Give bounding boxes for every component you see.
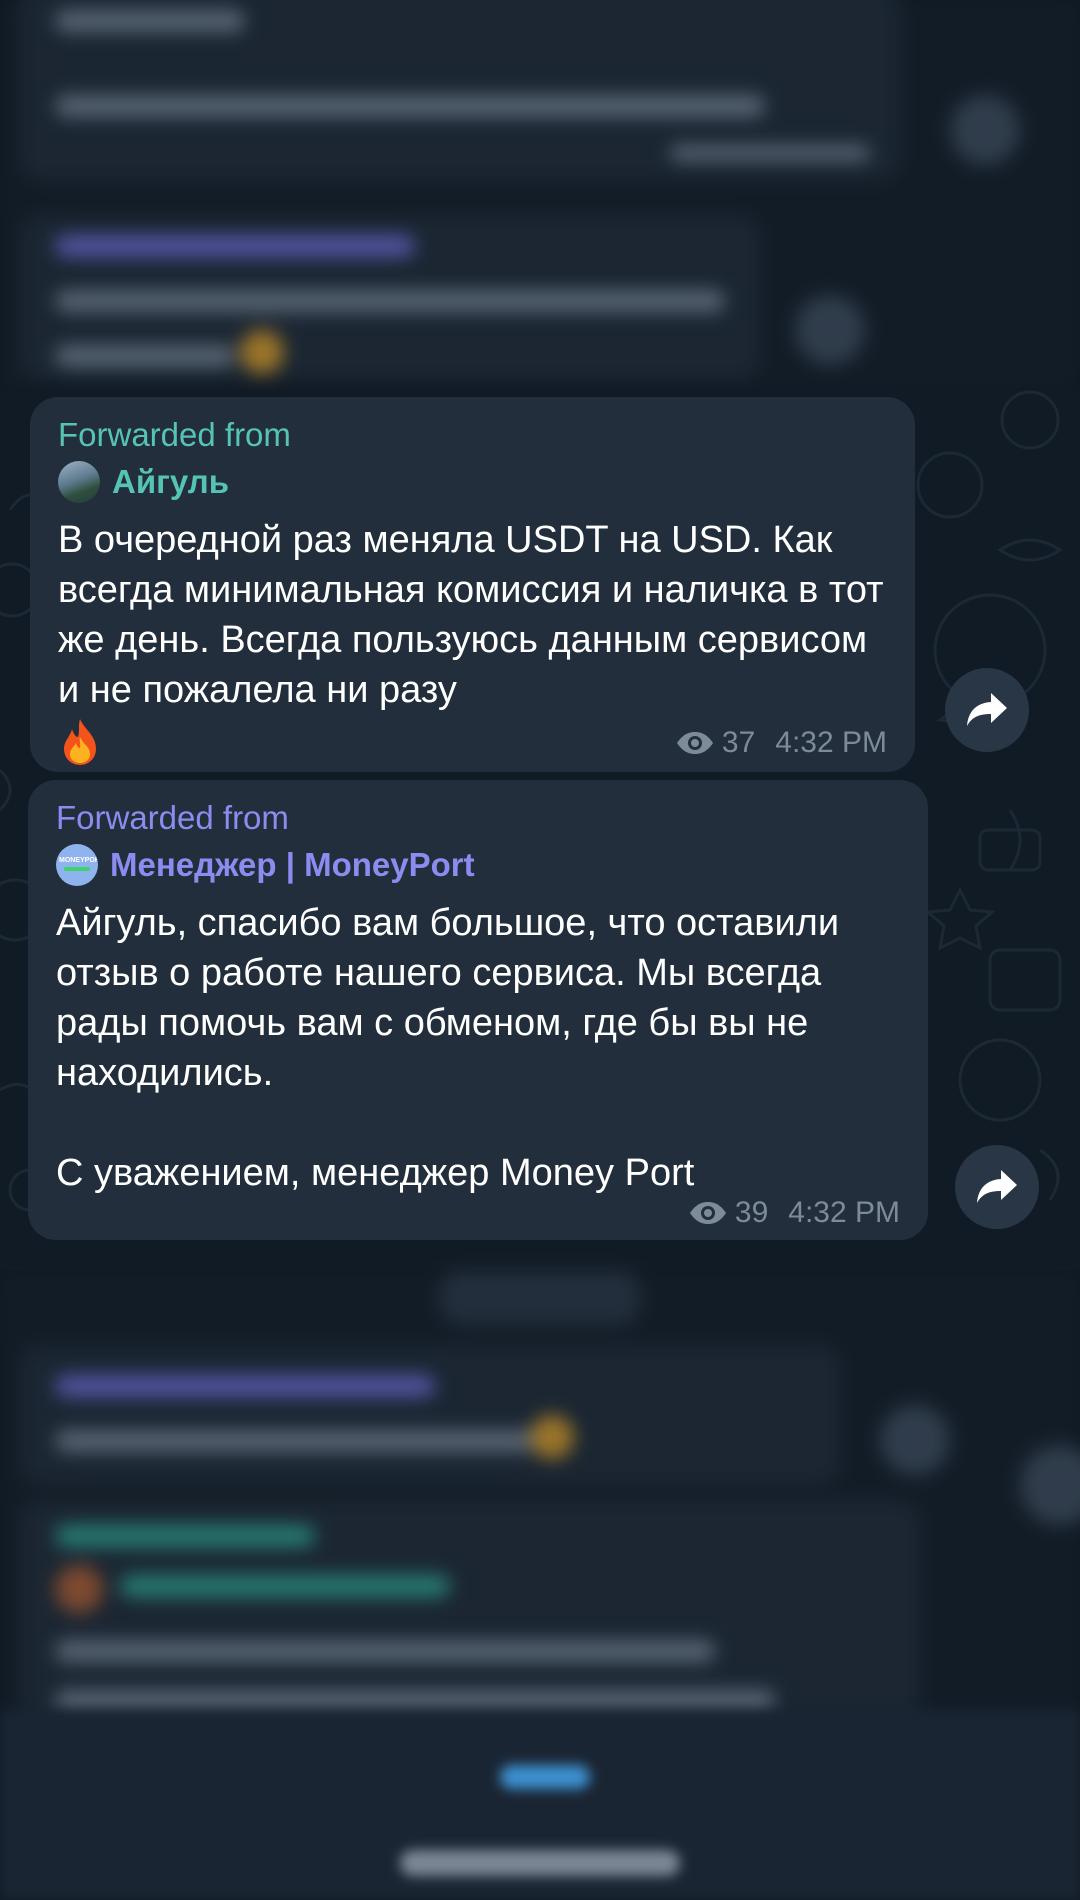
chat-screen: Forwarded from Айгуль В очередной раз ме… (0, 0, 1080, 1900)
source-name[interactable]: Менеджер | MoneyPort (110, 846, 475, 884)
fire-emoji-icon (64, 719, 96, 765)
message-time: 4:32 PM (775, 726, 887, 759)
message-bubble[interactable]: Forwarded from MONEYPORT Менеджер | Mone… (28, 780, 928, 1240)
blurred-previous-messages (0, 0, 1080, 390)
view-count: 37 (721, 726, 756, 759)
bottom-bar (0, 1710, 1080, 1900)
share-button[interactable] (945, 668, 1029, 752)
avatar-logo-text: MONEYPORT (59, 857, 98, 864)
message-meta: 37 4:32 PM (676, 726, 887, 760)
source-avatar[interactable]: MONEYPORT (56, 844, 98, 886)
source-name[interactable]: Айгуль (112, 463, 229, 501)
message-text: Айгуль, спасибо вам большое, что оставил… (56, 898, 900, 1098)
eye-icon (689, 1202, 726, 1224)
forwarded-from-label: Forwarded from (56, 799, 289, 836)
forward-source[interactable]: MONEYPORT Менеджер | MoneyPort (56, 844, 900, 886)
eye-icon (676, 732, 713, 754)
message-bubble[interactable]: Forwarded from Айгуль В очередной раз ме… (30, 397, 915, 772)
view-count: 39 (734, 1196, 769, 1229)
message-signature: С уважением, менеджер Money Port (56, 1152, 695, 1194)
share-arrow-icon (967, 693, 1007, 726)
message-time: 4:32 PM (788, 1196, 900, 1229)
message-meta: 39 4:32 PM (689, 1196, 900, 1230)
forward-source[interactable]: Айгуль (58, 461, 887, 503)
message-paragraph: Айгуль, спасибо вам большое, что оставил… (56, 902, 850, 1094)
message-text: В очередной раз меняла USDT на USD. Как … (58, 519, 895, 711)
forwarded-from-label: Forwarded from (58, 416, 291, 453)
source-avatar[interactable] (58, 461, 100, 503)
share-arrow-icon (977, 1170, 1017, 1203)
share-button[interactable] (955, 1145, 1039, 1229)
